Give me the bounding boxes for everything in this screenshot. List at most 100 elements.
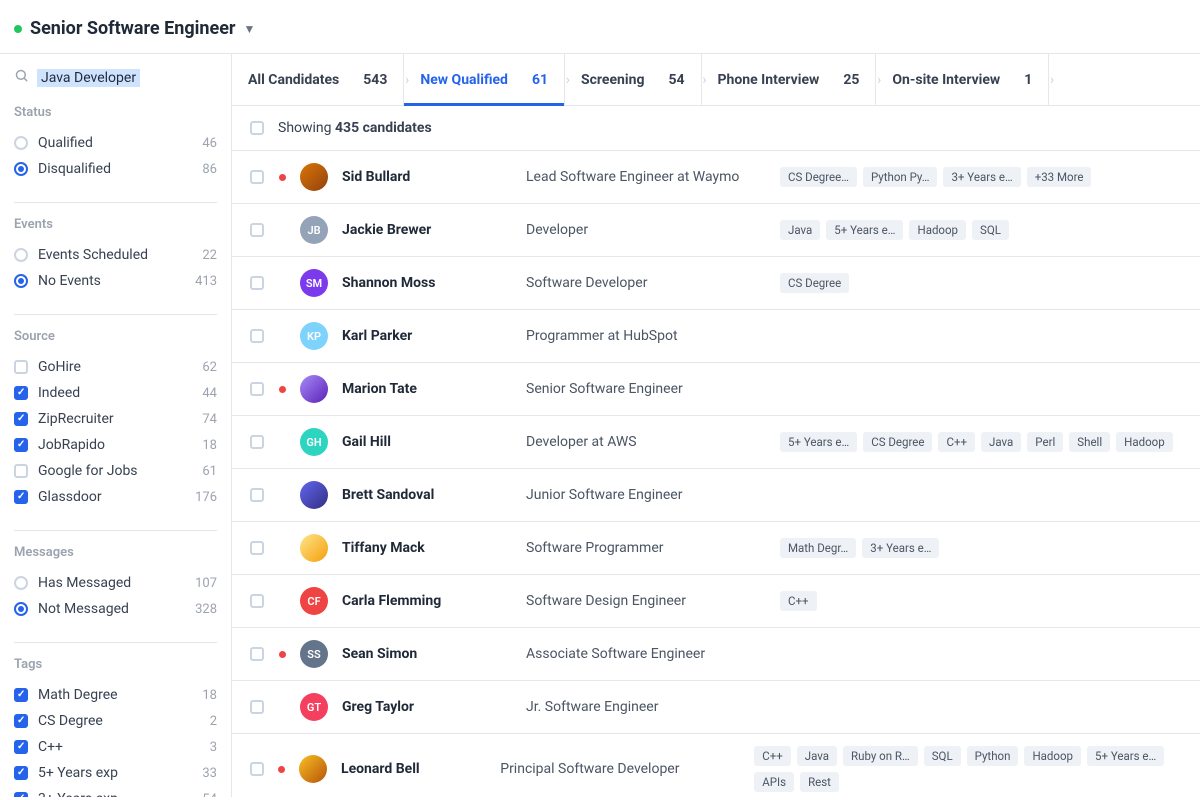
tag-chip[interactable]: 3+ Years e… bbox=[943, 167, 1020, 187]
filter-count: 33 bbox=[202, 766, 217, 781]
select-all-checkbox[interactable] bbox=[250, 121, 264, 135]
tag-chip[interactable]: C++ bbox=[780, 591, 817, 611]
filter-row-qualified[interactable]: Qualified46 bbox=[14, 130, 217, 156]
row-checkbox[interactable] bbox=[250, 170, 264, 184]
tag-chip[interactable]: Java bbox=[780, 220, 820, 240]
tag-chip[interactable]: SQL bbox=[924, 746, 961, 766]
candidate-row[interactable]: Tiffany MackSoftware ProgrammerMath Degr… bbox=[232, 522, 1200, 575]
row-checkbox[interactable] bbox=[250, 541, 264, 555]
checkbox-icon bbox=[14, 792, 28, 797]
filter-count: 328 bbox=[195, 602, 217, 617]
tab-on-site-interview[interactable]: On-site Interview1› bbox=[876, 54, 1049, 105]
tab-screening[interactable]: Screening54› bbox=[565, 54, 702, 105]
filter-row-5-years-exp[interactable]: 5+ Years exp33 bbox=[14, 760, 217, 786]
tag-chip[interactable]: 5+ Years e… bbox=[826, 220, 903, 240]
tag-chip[interactable]: CS Degree bbox=[780, 273, 849, 293]
candidate-row[interactable]: Brett SandovalJunior Software Engineer bbox=[232, 469, 1200, 522]
candidate-name: Gail Hill bbox=[342, 434, 512, 450]
row-checkbox[interactable] bbox=[250, 488, 264, 502]
tag-chip[interactable]: 5+ Years e… bbox=[1087, 746, 1164, 766]
tag-chip[interactable]: 3+ Years e… bbox=[862, 538, 939, 558]
tag-chip[interactable]: Shell bbox=[1069, 432, 1110, 452]
tag-chip[interactable]: SQL bbox=[972, 220, 1009, 240]
filter-row-3-years-exp[interactable]: 3+ Years exp54 bbox=[14, 786, 217, 797]
filter-label: ZipRecruiter bbox=[38, 411, 114, 427]
candidate-row[interactable]: GTGreg TaylorJr. Software Engineer bbox=[232, 681, 1200, 734]
candidate-tags: 5+ Years e… CS Degree C++ Java Perl Shell Hado… bbox=[780, 432, 1173, 452]
row-checkbox[interactable] bbox=[250, 647, 264, 661]
avatar bbox=[300, 534, 328, 562]
tag-chip[interactable]: Rest bbox=[800, 772, 839, 792]
tag-chip[interactable]: CS Degree… bbox=[780, 167, 857, 187]
tab-new-qualified[interactable]: New Qualified61› bbox=[404, 54, 565, 105]
candidate-name: Sean Simon bbox=[342, 646, 512, 662]
tag-chip[interactable]: Python bbox=[967, 746, 1019, 766]
filter-row-jobrapido[interactable]: JobRapido18 bbox=[14, 432, 217, 458]
filter-row-events-scheduled[interactable]: Events Scheduled22 bbox=[14, 242, 217, 268]
search-input[interactable]: Java Developer bbox=[14, 68, 217, 87]
filter-row-no-events[interactable]: No Events413 bbox=[14, 268, 217, 294]
avatar bbox=[300, 481, 328, 509]
candidate-tags: C++ Java Ruby on R… SQL PythonHadoop 5+ Years… bbox=[754, 746, 1182, 792]
candidate-row[interactable]: SMShannon MossSoftware DeveloperCS Degre… bbox=[232, 257, 1200, 310]
filter-row-glassdoor[interactable]: Glassdoor176 bbox=[14, 484, 217, 510]
filter-row-ziprecruiter[interactable]: ZipRecruiter 74 bbox=[14, 406, 217, 432]
filter-row-disqualified[interactable]: Disqualified86 bbox=[14, 156, 217, 182]
tab-count: 54 bbox=[668, 72, 684, 88]
candidate-row[interactable]: CFCarla FlemmingSoftware Design Engineer… bbox=[232, 575, 1200, 628]
tag-chip[interactable]: Hadoop bbox=[1024, 746, 1081, 766]
filter-label: Not Messaged bbox=[38, 601, 129, 617]
radio-icon bbox=[14, 248, 28, 262]
filter-row-google-for-jobs[interactable]: Google for Jobs61 bbox=[14, 458, 217, 484]
unread-slot bbox=[278, 766, 285, 773]
tag-chip[interactable]: Java bbox=[797, 746, 837, 766]
filter-row-c-[interactable]: C++3 bbox=[14, 734, 217, 760]
candidate-row[interactable]: Sid BullardLead Software Engineer at Way… bbox=[232, 151, 1200, 204]
unread-dot-icon bbox=[279, 174, 286, 181]
tab-phone-interview[interactable]: Phone Interview25› bbox=[702, 54, 877, 105]
filter-count: 44 bbox=[202, 386, 217, 401]
tag-chip[interactable]: Hadoop bbox=[1116, 432, 1173, 452]
job-title-dropdown[interactable]: Senior Software Engineer ▼ bbox=[30, 18, 255, 39]
row-checkbox[interactable] bbox=[250, 435, 264, 449]
tab-label: Phone Interview bbox=[718, 72, 820, 88]
tag-chip[interactable]: Perl bbox=[1027, 432, 1063, 452]
tag-chip[interactable]: C++ bbox=[754, 746, 791, 766]
filter-row-gohire[interactable]: GoHire62 bbox=[14, 354, 217, 380]
candidate-row[interactable]: Marion TateSenior Software Engineer bbox=[232, 363, 1200, 416]
filter-row-indeed[interactable]: Indeed44 bbox=[14, 380, 217, 406]
filter-group-messages: MessagesHas Messaged107Not Messaged328 bbox=[14, 545, 217, 622]
filter-row-math-degree[interactable]: Math Degree18 bbox=[14, 682, 217, 708]
tag-chip[interactable]: 5+ Years e… bbox=[780, 432, 857, 452]
filter-row-not-messaged[interactable]: Not Messaged 328 bbox=[14, 596, 217, 622]
candidate-row[interactable]: Leonard BellPrincipal Software Developer… bbox=[232, 734, 1200, 797]
row-checkbox[interactable] bbox=[250, 223, 264, 237]
candidate-row[interactable]: SSSean SimonAssociate Software Engineer bbox=[232, 628, 1200, 681]
candidate-row[interactable]: KPKarl ParkerProgrammer at HubSpot bbox=[232, 310, 1200, 363]
tag-chip[interactable]: Hadoop bbox=[909, 220, 966, 240]
candidate-role: Associate Software Engineer bbox=[526, 646, 766, 662]
tag-chip[interactable]: CS Degree bbox=[863, 432, 932, 452]
row-checkbox[interactable] bbox=[250, 276, 264, 290]
tab-all-candidates[interactable]: All Candidates543› bbox=[232, 54, 404, 105]
filter-group-events: EventsEvents Scheduled22No Events413 bbox=[14, 217, 217, 294]
tag-chip[interactable]: Python Py… bbox=[863, 167, 938, 187]
row-checkbox[interactable] bbox=[250, 594, 264, 608]
filter-row-cs-degree[interactable]: CS Degree2 bbox=[14, 708, 217, 734]
tag-chip[interactable]: C++ bbox=[938, 432, 975, 452]
tag-chip[interactable]: APIs bbox=[754, 772, 794, 792]
row-checkbox[interactable] bbox=[250, 382, 264, 396]
row-checkbox[interactable] bbox=[250, 762, 264, 776]
candidate-row[interactable]: GHGail HillDeveloper at AWS5+ Years e…CS… bbox=[232, 416, 1200, 469]
tag-chip[interactable]: Math Degr… bbox=[780, 538, 856, 558]
tag-chip[interactable]: Ruby on R… bbox=[843, 746, 918, 766]
candidate-row[interactable]: JBJackie BrewerDeveloperJava5+ Years e…H… bbox=[232, 204, 1200, 257]
filter-count: 74 bbox=[202, 412, 217, 427]
filter-label: Glassdoor bbox=[38, 489, 102, 505]
divider bbox=[14, 202, 217, 203]
row-checkbox[interactable] bbox=[250, 700, 264, 714]
row-checkbox[interactable] bbox=[250, 329, 264, 343]
filter-row-has-messaged[interactable]: Has Messaged107 bbox=[14, 570, 217, 596]
tag-chip[interactable]: +33 More bbox=[1027, 167, 1092, 187]
tag-chip[interactable]: Java bbox=[981, 432, 1021, 452]
